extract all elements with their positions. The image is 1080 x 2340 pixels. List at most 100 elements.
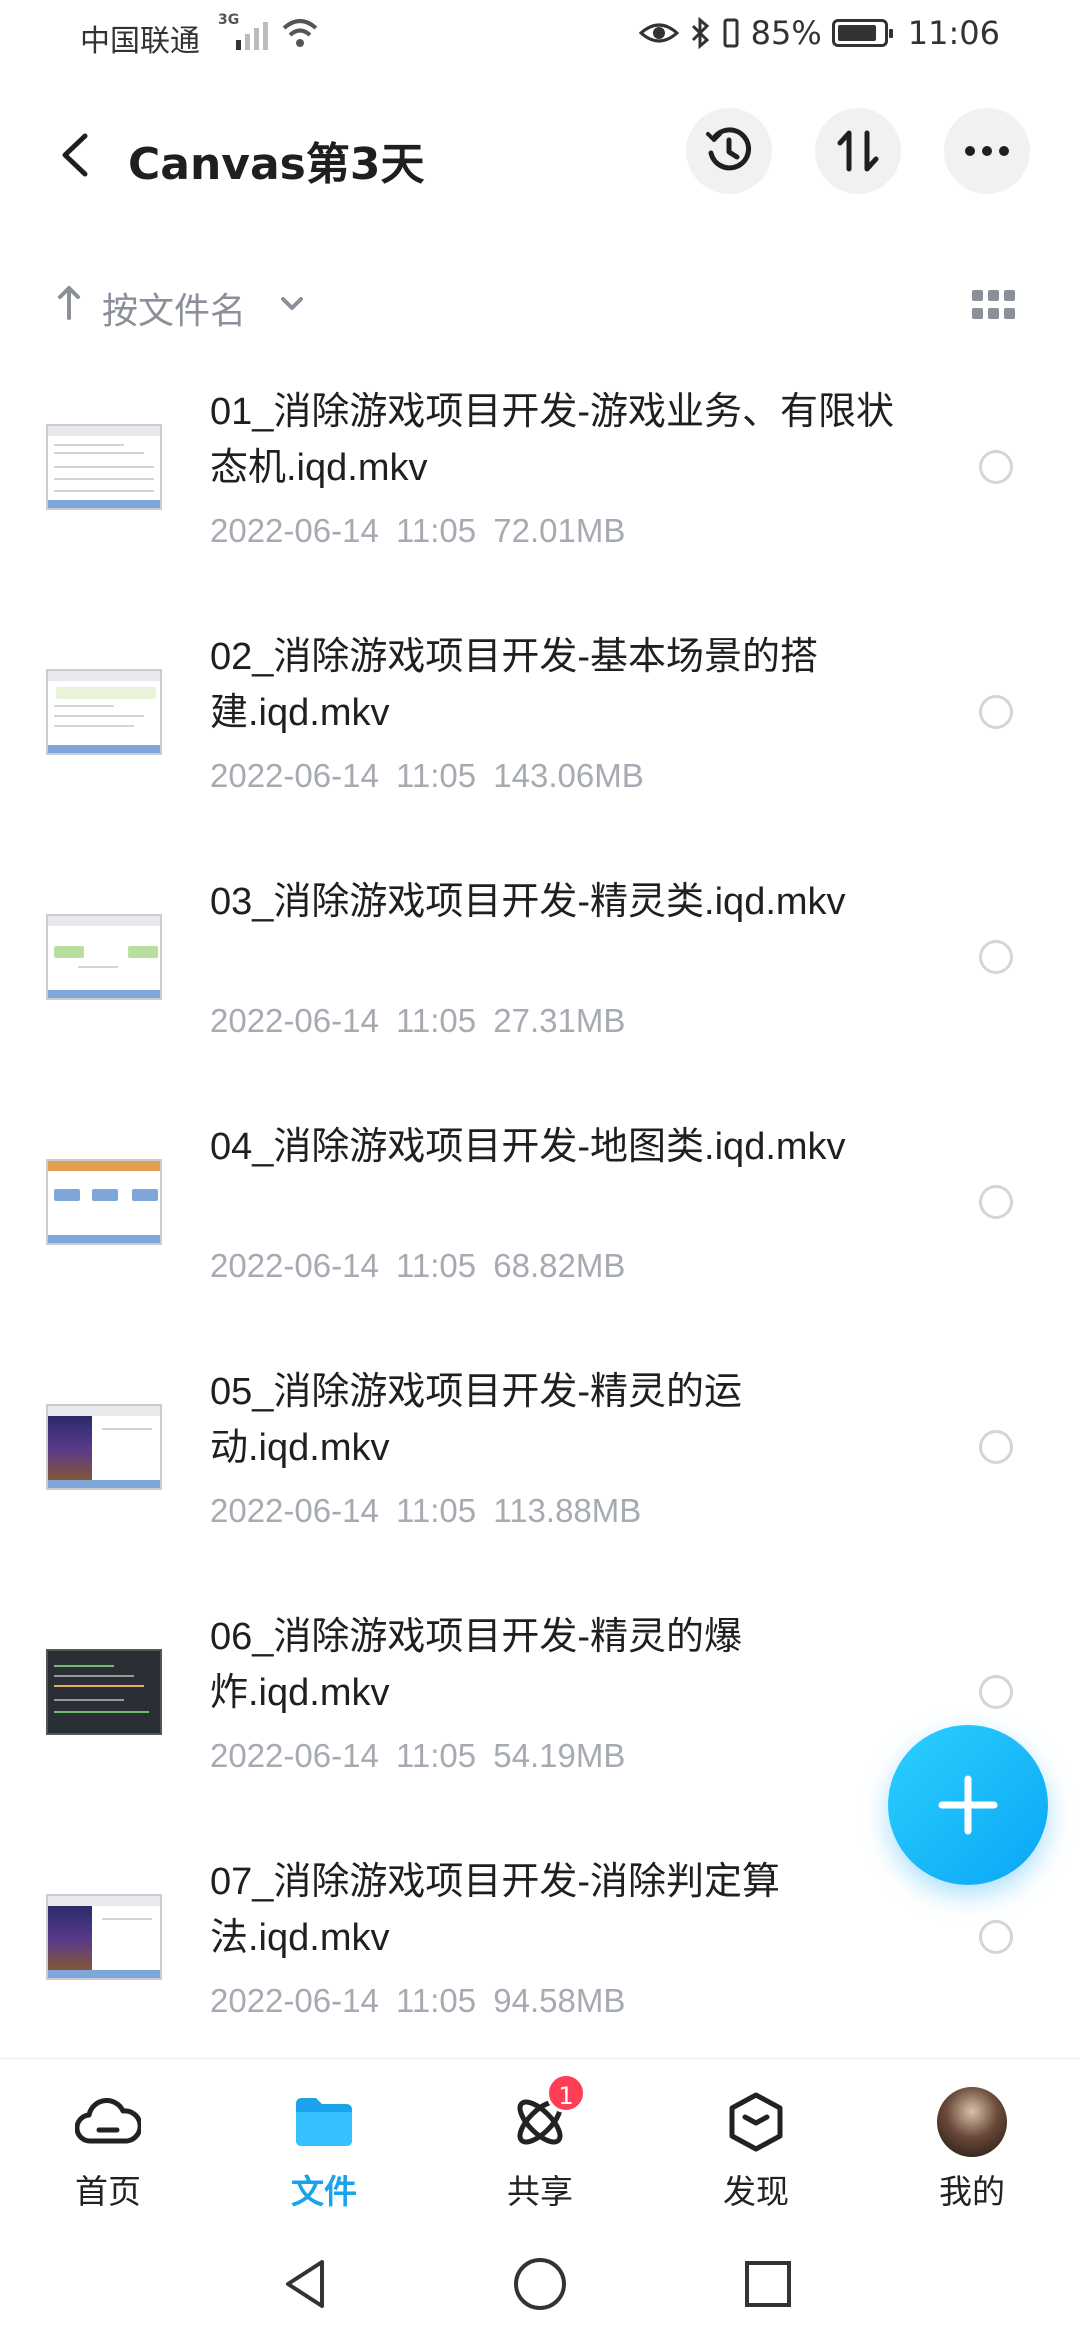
nav-item-share[interactable]: 1 共享 xyxy=(470,2073,610,2227)
video-thumbnail xyxy=(46,1633,162,1749)
system-recents-button[interactable] xyxy=(732,2248,804,2320)
grid-view-button[interactable] xyxy=(972,290,1016,320)
plus-icon xyxy=(938,1775,998,1835)
select-radio[interactable] xyxy=(979,450,1013,484)
bottom-nav: 首页 文件 1 共享 发现 我的 xyxy=(0,2058,1080,2228)
sort-up-arrow-icon xyxy=(58,286,80,320)
nav-label: 共享 xyxy=(507,2172,573,2211)
file-row[interactable]: 05_消除游戏项目开发-精灵的运动.iqd.mkv 2022-06-14 11:… xyxy=(0,1360,1080,1605)
carrier-label: 中国联通 xyxy=(80,24,200,59)
select-radio[interactable] xyxy=(979,1675,1013,1709)
file-name: 05_消除游戏项目开发-精灵的运动.iqd.mkv xyxy=(210,1371,743,1469)
sort-order-button[interactable] xyxy=(815,108,901,194)
file-time: 11:05 xyxy=(395,1982,477,2019)
file-time: 11:05 xyxy=(395,1492,477,1529)
file-name: 01_消除游戏项目开发-游戏业务、有限状态机.iqd.mkv xyxy=(210,391,895,489)
nav-item-me[interactable]: 我的 xyxy=(902,2087,1042,2227)
eye-icon xyxy=(638,23,679,43)
file-name: 03_消除游戏项目开发-精灵类.iqd.mkv xyxy=(210,881,846,923)
file-date: 2022-06-14 xyxy=(210,1982,379,2019)
circle-home-icon xyxy=(514,2258,566,2310)
sort-label[interactable]: 按文件名 xyxy=(102,282,246,334)
nav-item-files[interactable]: 文件 xyxy=(254,2087,394,2227)
back-button[interactable] xyxy=(44,122,104,188)
add-fab-button[interactable] xyxy=(888,1725,1048,1885)
file-time: 11:05 xyxy=(395,512,477,549)
file-date: 2022-06-14 xyxy=(210,1737,379,1774)
file-date: 2022-06-14 xyxy=(210,1002,379,1039)
system-back-button[interactable] xyxy=(270,2248,342,2320)
file-name: 06_消除游戏项目开发-精灵的爆炸.iqd.mkv xyxy=(210,1616,743,1714)
file-meta: 2022-06-14 11:05 72.01MB xyxy=(210,512,625,550)
avatar xyxy=(937,2087,1007,2157)
nav-item-discover[interactable]: 发现 xyxy=(686,2087,826,2227)
chevron-down-icon[interactable] xyxy=(280,296,304,312)
file-time: 11:05 xyxy=(395,757,477,794)
battery-percent: 85% xyxy=(750,14,822,52)
file-row[interactable]: 03_消除游戏项目开发-精灵类.iqd.mkv 2022-06-14 11:05… xyxy=(0,870,1080,1115)
more-button[interactable] xyxy=(944,108,1030,194)
file-row[interactable]: 01_消除游戏项目开发-游戏业务、有限状态机.iqd.mkv 2022-06-1… xyxy=(0,380,1080,625)
file-size: 94.58MB xyxy=(493,1982,626,2019)
video-thumbnail xyxy=(46,1143,162,1259)
select-radio[interactable] xyxy=(979,940,1013,974)
triangle-back-icon xyxy=(286,2260,324,2308)
nav-item-home[interactable]: 首页 xyxy=(38,2087,178,2227)
select-radio[interactable] xyxy=(979,1920,1013,1954)
select-radio[interactable] xyxy=(979,695,1013,729)
video-thumbnail xyxy=(46,408,162,524)
square-recents-icon xyxy=(745,2261,791,2307)
file-name: 02_消除游戏项目开发-基本场景的搭建.iqd.mkv xyxy=(210,636,819,734)
bluetooth-icon xyxy=(691,17,709,49)
select-radio[interactable] xyxy=(979,1430,1013,1464)
system-nav-bar xyxy=(0,2228,1080,2340)
cloud-icon xyxy=(75,2098,141,2144)
file-size: 113.88MB xyxy=(493,1492,642,1529)
file-size: 27.31MB xyxy=(493,1002,626,1039)
cube-icon xyxy=(729,2092,783,2152)
file-meta: 2022-06-14 11:05 27.31MB xyxy=(210,1002,625,1040)
file-size: 143.06MB xyxy=(493,757,644,794)
file-meta: 2022-06-14 11:05 113.88MB xyxy=(210,1492,641,1530)
sort-bar: 按文件名 xyxy=(0,270,1080,340)
file-meta: 2022-06-14 11:05 54.19MB xyxy=(210,1737,625,1775)
page-title: Canvas第3天 xyxy=(128,139,425,190)
battery-icon xyxy=(831,19,893,47)
file-date: 2022-06-14 xyxy=(210,512,379,549)
file-size: 68.82MB xyxy=(493,1247,626,1284)
video-thumbnail xyxy=(46,1878,162,1994)
file-size: 54.19MB xyxy=(493,1737,626,1774)
history-button[interactable] xyxy=(686,108,772,194)
file-meta: 2022-06-14 11:05 68.82MB xyxy=(210,1247,625,1285)
file-time: 11:05 xyxy=(395,1247,477,1284)
notification-badge: 1 xyxy=(546,2073,586,2113)
signal-icon xyxy=(236,22,268,50)
select-radio[interactable] xyxy=(979,1185,1013,1219)
status-bar: 中国联通 3G 85% 11:06 xyxy=(0,0,1080,75)
file-meta: 2022-06-14 11:05 143.06MB xyxy=(210,757,644,795)
nav-label: 发现 xyxy=(723,2172,789,2211)
file-row[interactable]: 02_消除游戏项目开发-基本场景的搭建.iqd.mkv 2022-06-14 1… xyxy=(0,625,1080,870)
file-time: 11:05 xyxy=(395,1737,477,1774)
nav-label: 文件 xyxy=(291,2172,357,2211)
file-date: 2022-06-14 xyxy=(210,757,379,794)
file-meta: 2022-06-14 11:05 94.58MB xyxy=(210,1982,625,2020)
file-time: 11:05 xyxy=(395,1002,477,1039)
vibrate-icon xyxy=(723,18,739,48)
wifi-icon xyxy=(282,19,318,47)
file-size: 72.01MB xyxy=(493,512,626,549)
system-home-button[interactable] xyxy=(504,2248,576,2320)
video-thumbnail xyxy=(46,898,162,1014)
file-row[interactable]: 04_消除游戏项目开发-地图类.iqd.mkv 2022-06-14 11:05… xyxy=(0,1115,1080,1360)
folder-icon xyxy=(296,2098,352,2146)
video-thumbnail xyxy=(46,653,162,769)
grid-icon xyxy=(972,290,983,301)
back-arrow-icon xyxy=(62,133,88,177)
file-name: 04_消除游戏项目开发-地图类.iqd.mkv xyxy=(210,1126,846,1168)
more-dots-icon xyxy=(965,146,1009,156)
header: Canvas第3天 xyxy=(0,100,1080,210)
nav-label: 首页 xyxy=(75,2172,141,2211)
file-date: 2022-06-14 xyxy=(210,1247,379,1284)
clock: 11:06 xyxy=(907,14,1000,52)
nav-label: 我的 xyxy=(939,2172,1005,2211)
